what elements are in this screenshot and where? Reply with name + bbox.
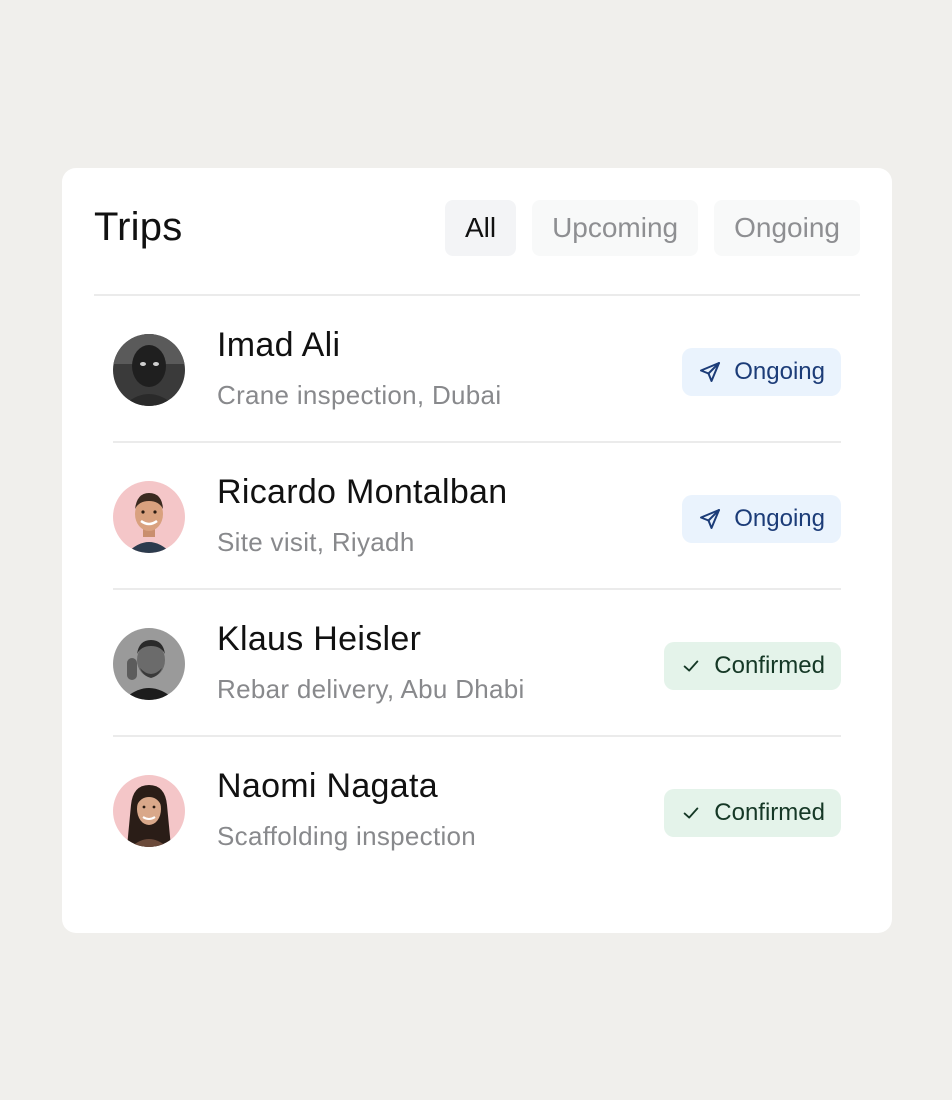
avatar xyxy=(113,775,185,847)
tab-upcoming[interactable]: Upcoming xyxy=(532,200,699,256)
trip-description: Rebar delivery, Abu Dhabi xyxy=(217,674,525,704)
trip-description: Scaffolding inspection xyxy=(217,821,477,851)
status-badge: Confirmed xyxy=(664,789,841,837)
trip-row[interactable]: Klaus Heisler Rebar delivery, Abu Dhabi … xyxy=(113,590,841,737)
trip-row[interactable]: Imad Ali Crane inspection, Dubai Ongoing xyxy=(113,296,841,443)
trips-list: Imad Ali Crane inspection, Dubai Ongoing xyxy=(113,296,841,884)
page-title: Trips xyxy=(94,205,183,249)
tab-all[interactable]: All xyxy=(444,200,517,256)
send-icon xyxy=(698,507,722,531)
filter-tabs: All Upcoming Ongoing xyxy=(444,200,860,256)
trip-description: Site visit, Riyadh xyxy=(217,527,415,557)
avatar xyxy=(113,628,185,700)
avatar xyxy=(113,481,185,553)
trip-traveler-name: Klaus Heisler xyxy=(217,620,422,658)
status-label: Ongoing xyxy=(734,505,825,532)
status-label: Confirmed xyxy=(714,652,825,679)
status-badge: Ongoing xyxy=(682,348,841,396)
trip-traveler-name: Imad Ali xyxy=(217,326,341,364)
status-label: Ongoing xyxy=(734,358,825,385)
tab-ongoing[interactable]: Ongoing xyxy=(714,200,860,256)
trips-header: Trips All Upcoming Ongoing xyxy=(94,168,860,296)
check-icon xyxy=(680,655,702,677)
status-badge: Confirmed xyxy=(664,642,841,690)
status-label: Confirmed xyxy=(714,799,825,826)
trip-traveler-name: Naomi Nagata xyxy=(217,767,438,805)
status-badge: Ongoing xyxy=(682,495,841,543)
check-icon xyxy=(680,802,702,824)
avatar xyxy=(113,334,185,406)
trip-row[interactable]: Naomi Nagata Scaffolding inspection Conf… xyxy=(113,737,841,884)
send-icon xyxy=(698,360,722,384)
trip-traveler-name: Ricardo Montalban xyxy=(217,473,508,511)
trip-row[interactable]: Ricardo Montalban Site visit, Riyadh Ong… xyxy=(113,443,841,590)
trip-description: Crane inspection, Dubai xyxy=(217,380,502,410)
trips-card: Trips All Upcoming Ongoing Imad Ali Cran… xyxy=(62,168,892,933)
